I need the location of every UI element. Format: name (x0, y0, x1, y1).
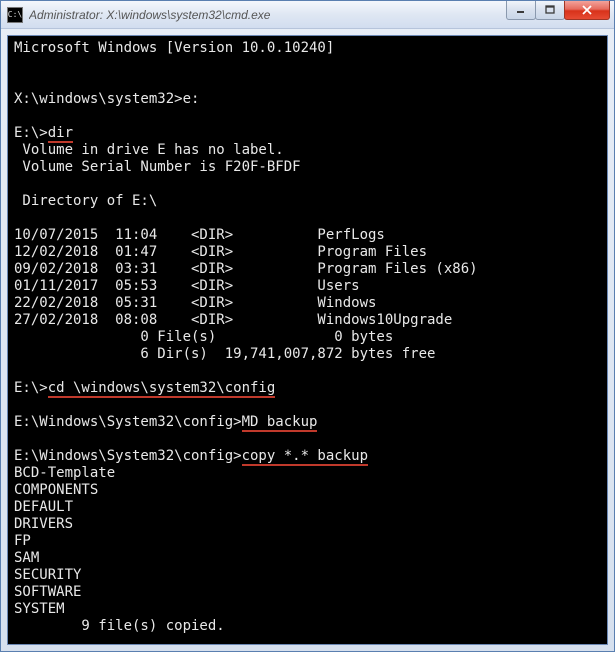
text: Volume in drive E has no label. (14, 142, 284, 158)
copy-line: COMPONENTS (14, 482, 98, 498)
copy-line: BCD-Template (14, 465, 115, 481)
dir-entry: 22/02/2018 05:31 <DIR> Windows (14, 295, 376, 311)
copy-line: FP (14, 533, 31, 549)
titlebar[interactable]: C:\ Administrator: X:\windows\system32\c… (1, 1, 614, 29)
text: X:\windows\system32>e: (14, 91, 199, 107)
text: 6 Dir(s) 19,741,007,872 bytes free (14, 346, 435, 362)
copy-line: SECURITY (14, 567, 81, 583)
cmd-dir: dir (48, 125, 73, 143)
text: E:\Windows\System32\config> (14, 414, 242, 430)
text: E:\> (14, 125, 48, 141)
console-output: Microsoft Windows [Version 10.0.10240] X… (14, 40, 601, 645)
cmd-icon: C:\ (7, 7, 23, 23)
copy-line: 9 file(s) copied. (14, 618, 225, 634)
close-button[interactable] (564, 1, 610, 20)
copy-line: DEFAULT (14, 499, 73, 515)
minimize-button[interactable] (506, 1, 536, 20)
copy-line: SAM (14, 550, 39, 566)
maximize-button[interactable] (535, 1, 565, 20)
copy-line: SOFTWARE (14, 584, 81, 600)
dir-entry: 10/07/2015 11:04 <DIR> PerfLogs (14, 227, 385, 243)
cmd-cd-config: cd \windows\system32\config (48, 380, 276, 398)
cmd-copy: copy *.* backup (242, 448, 368, 466)
text: Volume Serial Number is F20F-BFDF (14, 159, 301, 175)
text: 0 File(s) 0 bytes (14, 329, 393, 345)
copy-line: DRIVERS (14, 516, 73, 532)
console-area[interactable]: Microsoft Windows [Version 10.0.10240] X… (7, 35, 608, 645)
cmd-md-backup: MD backup (242, 414, 318, 432)
dir-entry: 27/02/2018 08:08 <DIR> Windows10Upgrade (14, 312, 452, 328)
text: E:\Windows\System32\config> (14, 448, 242, 464)
copy-line: SYSTEM (14, 601, 65, 617)
text: Microsoft Windows [Version 10.0.10240] (14, 40, 334, 56)
dir-entry: 12/02/2018 01:47 <DIR> Program Files (14, 244, 427, 260)
text: Directory of E:\ (14, 193, 157, 209)
dir-entry: 01/11/2017 05:53 <DIR> Users (14, 278, 360, 294)
command-prompt-window: C:\ Administrator: X:\windows\system32\c… (0, 0, 615, 652)
window-controls (507, 1, 610, 20)
text: E:\> (14, 380, 48, 396)
dir-entry: 09/02/2018 03:31 <DIR> Program Files (x8… (14, 261, 478, 277)
